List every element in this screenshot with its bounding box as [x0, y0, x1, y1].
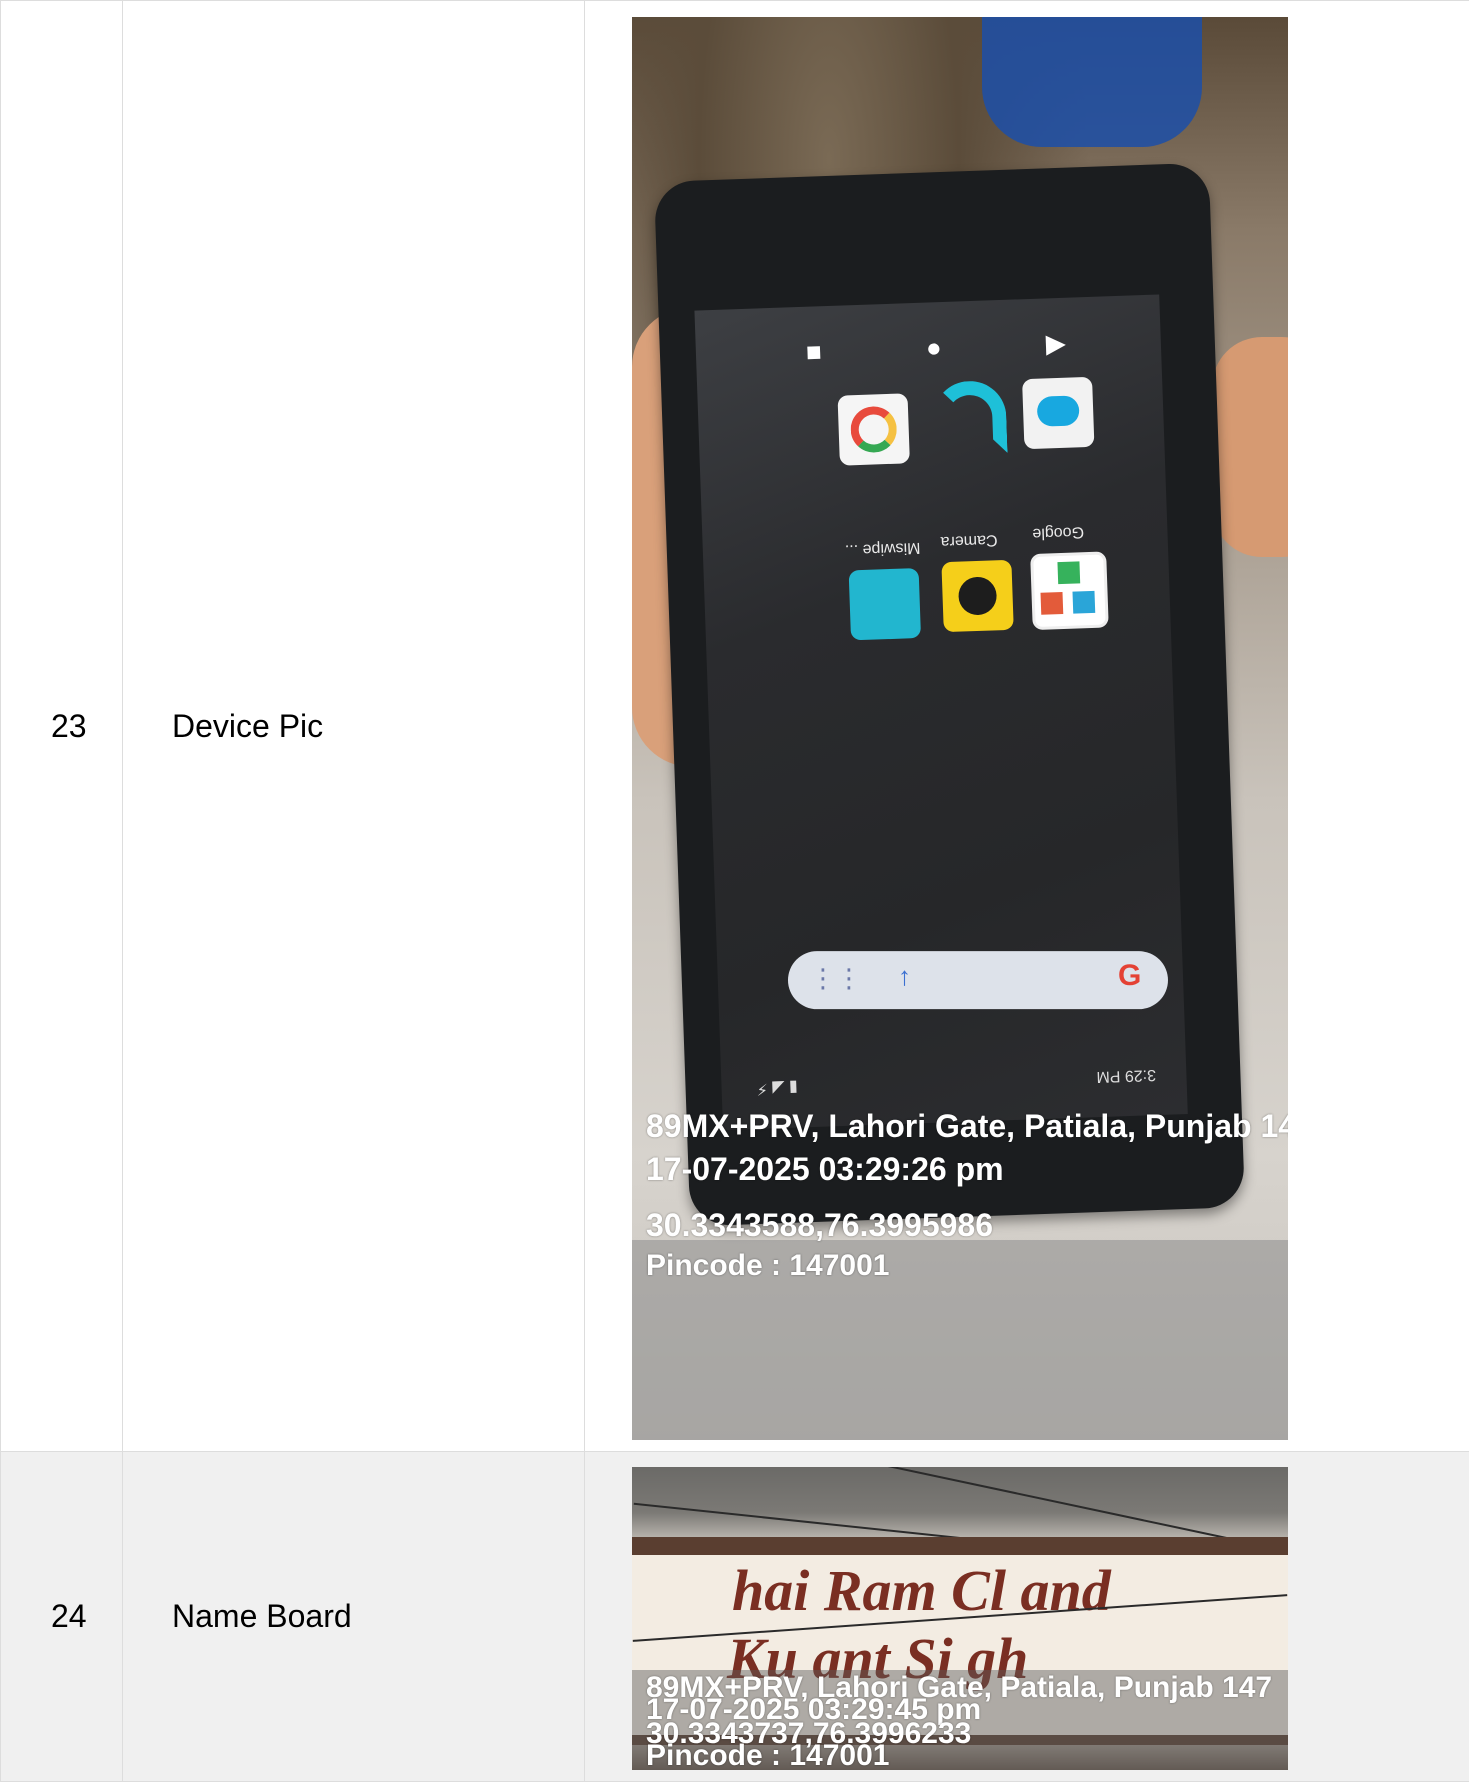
overlay-address: 89MX+PRV, Lahori Gate, Patiala, Punjab 1… — [646, 1108, 1288, 1145]
row-label: Name Board — [123, 1452, 585, 1782]
app-label-camera: Camera — [940, 530, 997, 550]
table-row: 24 Name Board hai Ram Cl and Ku ant Si g… — [1, 1452, 1469, 1782]
name-board-photo[interactable]: hai Ram Cl and Ku ant Si gh 89MX+PRV, La… — [632, 1467, 1288, 1770]
google-g-icon: G — [1118, 959, 1141, 993]
app-label-google: Google — [1032, 522, 1084, 542]
overlay-coordinates: 30.3343588,76.3995986 — [646, 1207, 993, 1244]
mic-icon: ↑ — [898, 961, 911, 992]
nav-bar-icons: ■ ● ▶ — [805, 327, 1066, 367]
circle-icon: ● — [925, 332, 942, 364]
overlay-datetime: 17-07-2025 03:29:26 pm — [646, 1151, 1004, 1188]
miswipe-app-icon — [849, 568, 921, 640]
row-label: Device Pic — [123, 1, 585, 1452]
sign-text-line1: hai Ram Cl and — [732, 1557, 1111, 1624]
phone-app-icon — [932, 379, 1008, 455]
photo-cell: hai Ram Cl and Ku ant Si gh 89MX+PRV, La… — [585, 1452, 1469, 1782]
table-row: 23 Device Pic ■ ● ▶ — [1, 1, 1469, 1452]
triangle-icon: ▶ — [1045, 327, 1066, 359]
app-label-miswipe: Miswipe ... — [845, 537, 921, 558]
row-number: 24 — [1, 1452, 123, 1782]
status-icons: ▮ ◢ ⚡ — [756, 1077, 798, 1098]
background-cloth — [982, 17, 1202, 147]
hand-right — [1212, 337, 1288, 557]
overlay-pincode: Pincode : 147001 — [646, 1739, 889, 1770]
data-table: 23 Device Pic ■ ● ▶ — [0, 0, 1469, 1782]
overlay-pincode: Pincode : 147001 — [646, 1249, 889, 1283]
messages-app-icon — [1022, 376, 1094, 448]
camera-app-icon — [941, 559, 1013, 631]
row-number: 23 — [1, 1, 123, 1452]
grid-icon: ⋮⋮ — [810, 963, 862, 994]
pos-device: ■ ● ▶ Miswipe ... — [654, 162, 1245, 1226]
chrome-app-icon — [838, 393, 910, 465]
google-folder-icon — [1030, 551, 1109, 630]
search-bar: ⋮⋮ ↑ G — [788, 951, 1168, 1009]
status-time: 3:29 PM — [1096, 1065, 1156, 1085]
square-icon: ■ — [805, 336, 822, 368]
device-photo[interactable]: ■ ● ▶ Miswipe ... — [632, 17, 1288, 1440]
device-screen: ■ ● ▶ Miswipe ... — [694, 294, 1187, 1130]
photo-cell: ■ ● ▶ Miswipe ... — [585, 1, 1469, 1452]
